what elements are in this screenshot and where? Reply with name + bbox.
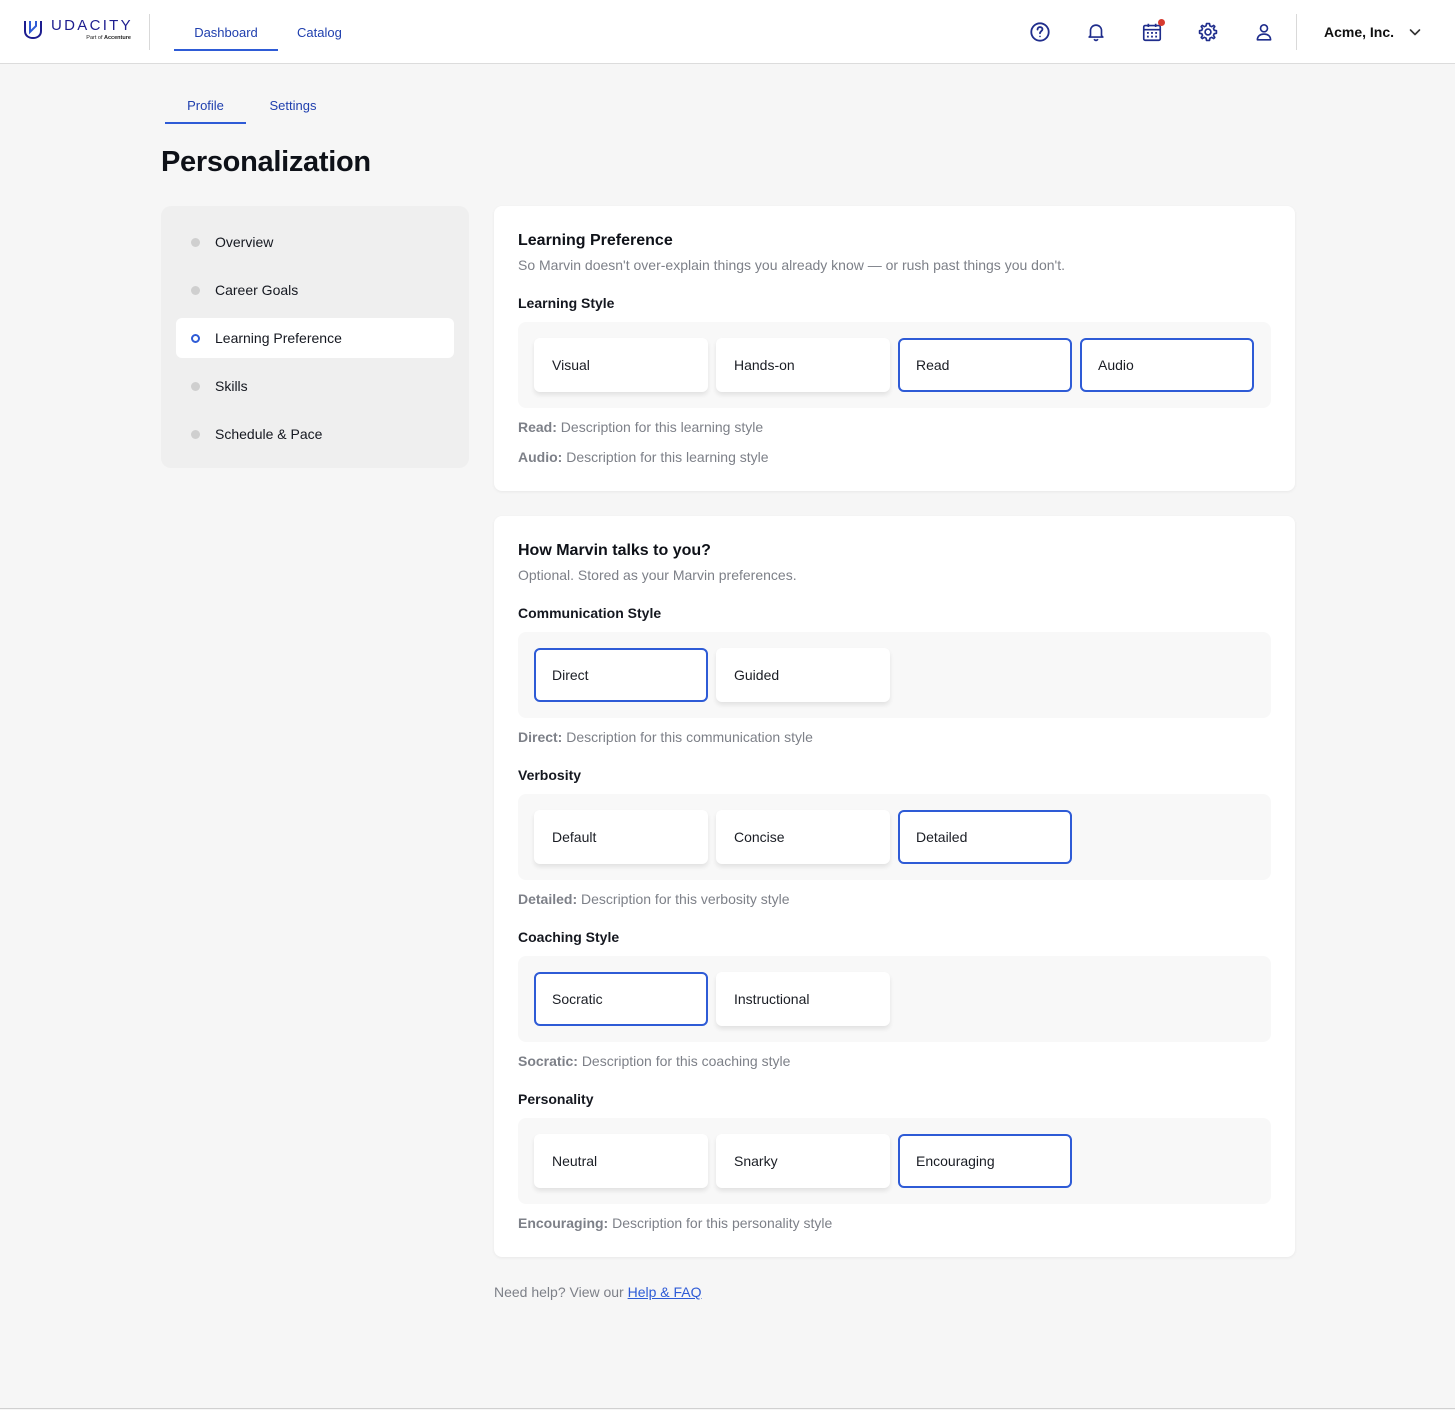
status-dot <box>191 285 200 295</box>
option-read[interactable]: Read <box>898 338 1072 392</box>
learning-style-options: Visual Hands-on Read Audio <box>518 322 1271 408</box>
help-circle-icon <box>1030 22 1050 42</box>
option-description: Encouraging: Description for this person… <box>518 1215 833 1231</box>
sidebar-item-overview[interactable]: Overview <box>176 222 454 262</box>
option-encouraging[interactable]: Encouraging <box>898 1134 1072 1188</box>
option-instructional[interactable]: Instructional <box>716 972 890 1026</box>
gear-icon <box>1198 22 1218 42</box>
divider <box>149 14 150 50</box>
tab-settings[interactable]: Settings <box>258 90 328 124</box>
option-direct[interactable]: Direct <box>534 648 708 702</box>
option-audio[interactable]: Audio <box>1080 338 1254 392</box>
communication-style-options: Direct Guided <box>518 632 1271 718</box>
page-title: Personalization <box>161 146 371 178</box>
udacity-logo-icon <box>24 21 42 40</box>
option-hands-on[interactable]: Hands-on <box>716 338 890 392</box>
sidebar-item-schedule-pace[interactable]: Schedule & Pace <box>176 414 454 454</box>
card-subtitle: So Marvin doesn't over-explain things yo… <box>518 257 1065 273</box>
brand-subtitle: Part of Accenture <box>86 35 131 41</box>
profile-button[interactable] <box>1252 20 1276 44</box>
option-detailed[interactable]: Detailed <box>898 810 1072 864</box>
card-title: How Marvin talks to you? <box>518 542 711 559</box>
verbosity-options: Default Concise Detailed <box>518 794 1271 880</box>
option-snarky[interactable]: Snarky <box>716 1134 890 1188</box>
sidebar-item-label: Schedule & Pace <box>215 426 323 442</box>
help-faq-link[interactable]: Help & FAQ <box>628 1284 702 1300</box>
option-socratic[interactable]: Socratic <box>534 972 708 1026</box>
personality-options: Neutral Snarky Encouraging <box>518 1118 1271 1204</box>
section-sidebar: Overview Career Goals Learning Preferenc… <box>161 206 469 468</box>
user-icon <box>1256 24 1272 41</box>
notifications-button[interactable] <box>1084 20 1108 44</box>
nav-dashboard[interactable]: Dashboard <box>174 0 278 64</box>
chevron-down-icon[interactable] <box>1405 22 1425 42</box>
sidebar-item-label: Learning Preference <box>215 330 342 346</box>
option-neutral[interactable]: Neutral <box>534 1134 708 1188</box>
organization-name[interactable]: Acme, Inc. <box>1324 0 1394 64</box>
card-subtitle: Optional. Stored as your Marvin preferen… <box>518 567 797 583</box>
sidebar-item-label: Career Goals <box>215 282 299 298</box>
help-footer: Need help? View our Help & FAQ <box>494 1284 702 1300</box>
brand-name: UDACITY <box>51 17 133 34</box>
sidebar-item-skills[interactable]: Skills <box>176 366 454 406</box>
option-visual[interactable]: Visual <box>534 338 708 392</box>
help-text: Need help? View our <box>494 1284 624 1300</box>
option-description: Direct: Description for this communicati… <box>518 729 813 745</box>
coaching-style-label: Coaching Style <box>518 929 620 945</box>
help-button[interactable] <box>1028 20 1052 44</box>
divider <box>0 1408 1455 1409</box>
divider <box>1296 14 1297 50</box>
learning-style-label: Learning Style <box>518 295 615 311</box>
sidebar-item-label: Overview <box>215 234 274 250</box>
option-description: Detailed: Description for this verbosity… <box>518 891 790 907</box>
option-concise[interactable]: Concise <box>716 810 890 864</box>
option-description: Read: Description for this learning styl… <box>518 419 764 435</box>
bell-icon <box>1088 24 1104 42</box>
verbosity-label: Verbosity <box>518 767 582 783</box>
coaching-style-options: Socratic Instructional <box>518 956 1271 1042</box>
top-navigation-bar: UDACITY Part of Accenture Dashboard Cata… <box>0 0 1455 64</box>
status-dot <box>191 381 200 391</box>
option-guided[interactable]: Guided <box>716 648 890 702</box>
sidebar-item-label: Skills <box>215 378 248 394</box>
card-title: Learning Preference <box>518 232 673 249</box>
learning-preference-card: Learning Preference So Marvin doesn't ov… <box>494 206 1295 491</box>
communication-style-label: Communication Style <box>518 605 662 621</box>
option-default[interactable]: Default <box>534 810 708 864</box>
option-description: Socratic: Description for this coaching … <box>518 1053 791 1069</box>
nav-catalog[interactable]: Catalog <box>297 0 342 64</box>
personality-label: Personality <box>518 1091 594 1107</box>
udacity-logo[interactable]: UDACITY Part of Accenture <box>22 18 133 48</box>
option-description: Audio: Description for this learning sty… <box>518 449 769 465</box>
status-dot <box>191 237 200 247</box>
calendar-notification-dot <box>1158 19 1165 26</box>
settings-button[interactable] <box>1196 20 1220 44</box>
calendar-button[interactable] <box>1140 19 1165 44</box>
marvin-preferences-card: How Marvin talks to you? Optional. Store… <box>494 516 1295 1257</box>
status-dot <box>191 429 200 439</box>
status-dot-active <box>191 333 200 343</box>
tab-profile[interactable]: Profile <box>165 90 246 124</box>
sidebar-item-career-goals[interactable]: Career Goals <box>176 270 454 310</box>
sidebar-item-learning-preference[interactable]: Learning Preference <box>176 318 454 358</box>
